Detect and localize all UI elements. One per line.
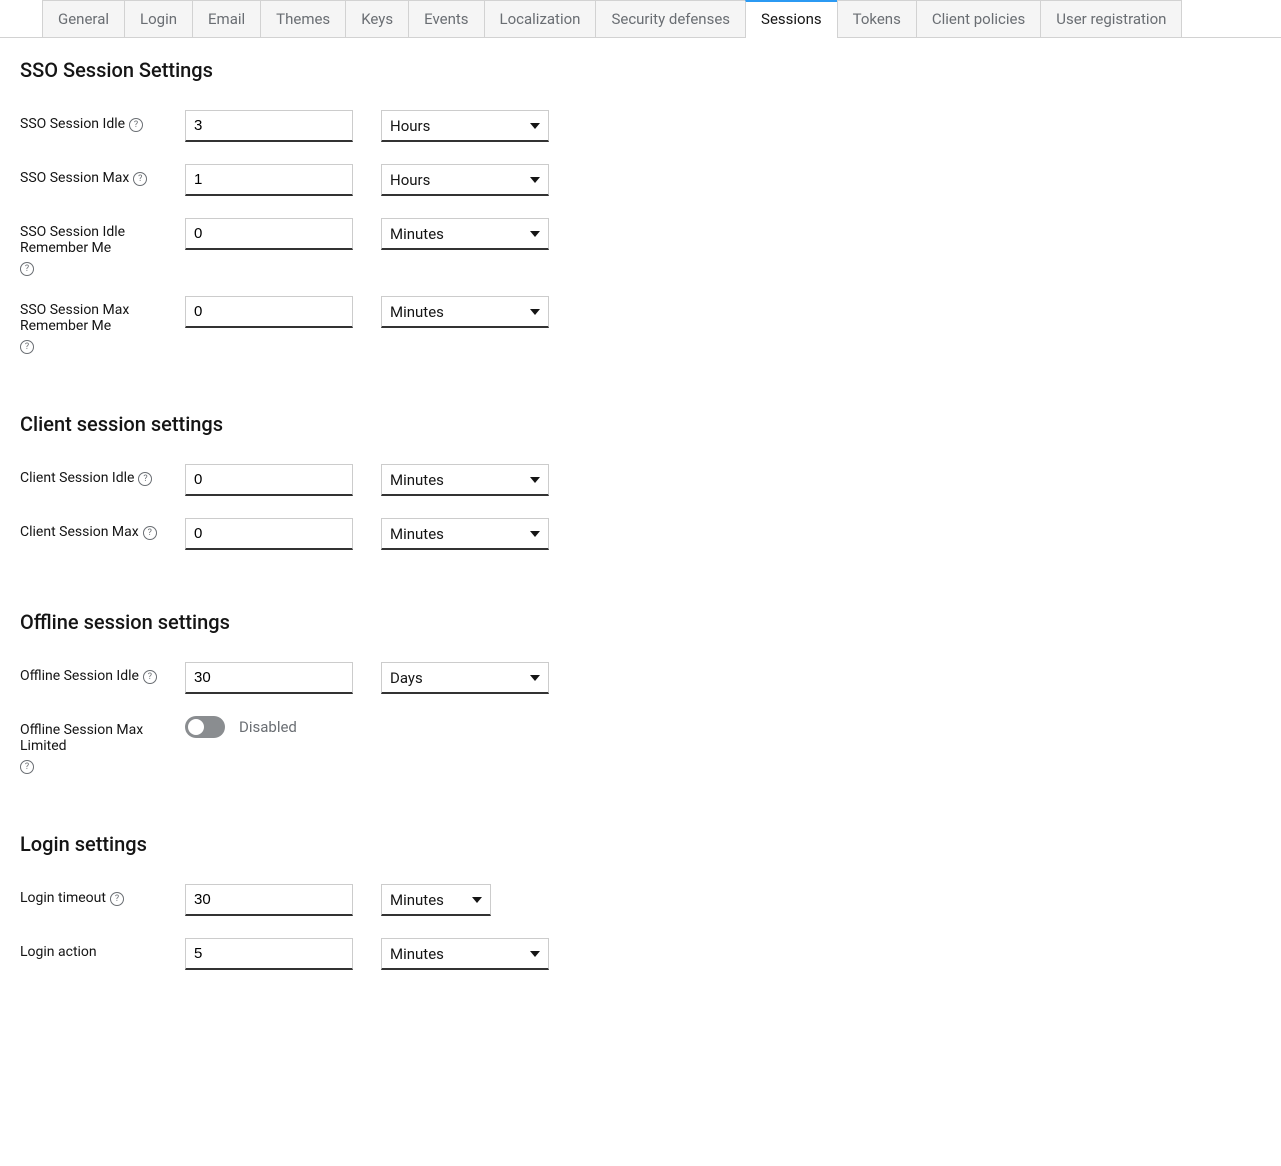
client-session-idle-label: Client Session Idle ? <box>20 464 185 486</box>
chevron-down-icon <box>530 231 540 237</box>
offline-session-idle-row: Offline Session Idle ? Days <box>20 662 1281 694</box>
tab-tokens[interactable]: Tokens <box>837 0 917 37</box>
tab-general[interactable]: General <box>42 0 125 37</box>
chevron-down-icon <box>530 531 540 537</box>
chevron-down-icon <box>530 123 540 129</box>
sso-session-max-input[interactable] <box>185 164 353 196</box>
help-icon[interactable]: ? <box>20 262 34 276</box>
tab-login[interactable]: Login <box>124 0 193 37</box>
offline-session-max-limited-toggle[interactable] <box>185 716 225 738</box>
login-action-row: Login action Minutes <box>20 938 1281 970</box>
chevron-down-icon <box>472 897 482 903</box>
toggle-knob <box>188 719 204 735</box>
client-section-title: Client session settings <box>20 412 1281 436</box>
chevron-down-icon <box>530 177 540 183</box>
client-session-idle-row: Client Session Idle ? Minutes <box>20 464 1281 496</box>
content: SSO Session Settings SSO Session Idle ? … <box>0 38 1281 970</box>
help-icon[interactable]: ? <box>110 892 124 906</box>
sso-session-idle-remember-row: SSO Session Idle Remember Me ? Minutes <box>20 218 1281 274</box>
client-session-idle-unit-select[interactable]: Minutes <box>381 464 549 496</box>
offline-session-max-limited-row: Offline Session Max Limited ? Disabled <box>20 716 1281 772</box>
login-timeout-input[interactable] <box>185 884 353 916</box>
help-icon[interactable]: ? <box>133 172 147 186</box>
chevron-down-icon <box>530 951 540 957</box>
tab-sessions[interactable]: Sessions <box>745 0 838 37</box>
offline-section-title: Offline session settings <box>20 610 1281 634</box>
help-icon[interactable]: ? <box>20 340 34 354</box>
offline-session-idle-label: Offline Session Idle ? <box>20 662 185 684</box>
login-timeout-label: Login timeout ? <box>20 884 185 906</box>
sso-session-settings: SSO Session Settings SSO Session Idle ? … <box>20 58 1281 352</box>
sso-session-max-remember-row: SSO Session Max Remember Me ? Minutes <box>20 296 1281 352</box>
tab-themes[interactable]: Themes <box>260 0 346 37</box>
login-action-label: Login action <box>20 938 185 960</box>
offline-session-idle-unit-select[interactable]: Days <box>381 662 549 694</box>
tab-events[interactable]: Events <box>408 0 484 37</box>
login-timeout-row: Login timeout ? Minutes <box>20 884 1281 916</box>
sso-section-title: SSO Session Settings <box>20 58 1281 82</box>
chevron-down-icon <box>530 675 540 681</box>
help-icon[interactable]: ? <box>143 526 157 540</box>
tabs-bar: General Login Email Themes Keys Events L… <box>0 0 1281 38</box>
client-session-idle-input[interactable] <box>185 464 353 496</box>
chevron-down-icon <box>530 309 540 315</box>
sso-session-max-row: SSO Session Max ? Hours <box>20 164 1281 196</box>
sso-session-max-remember-input[interactable] <box>185 296 353 328</box>
sso-session-idle-remember-unit-select[interactable]: Minutes <box>381 218 549 250</box>
help-icon[interactable]: ? <box>143 670 157 684</box>
login-action-unit-select[interactable]: Minutes <box>381 938 549 970</box>
help-icon[interactable]: ? <box>138 472 152 486</box>
login-timeout-unit-select[interactable]: Minutes <box>381 884 491 916</box>
sso-session-idle-input[interactable] <box>185 110 353 142</box>
sso-session-max-remember-unit-select[interactable]: Minutes <box>381 296 549 328</box>
sso-session-idle-label: SSO Session Idle ? <box>20 110 185 132</box>
sso-session-idle-row: SSO Session Idle ? Hours <box>20 110 1281 142</box>
tab-client-policies[interactable]: Client policies <box>916 0 1041 37</box>
tab-localization[interactable]: Localization <box>484 0 597 37</box>
sso-session-max-remember-label: SSO Session Max Remember Me ? <box>20 296 185 352</box>
client-session-max-unit-select[interactable]: Minutes <box>381 518 549 550</box>
toggle-status-label: Disabled <box>239 718 297 736</box>
chevron-down-icon <box>530 477 540 483</box>
client-session-settings: Client session settings Client Session I… <box>20 412 1281 550</box>
tab-email[interactable]: Email <box>192 0 261 37</box>
help-icon[interactable]: ? <box>20 760 34 774</box>
sso-session-idle-remember-input[interactable] <box>185 218 353 250</box>
login-action-input[interactable] <box>185 938 353 970</box>
login-settings: Login settings Login timeout ? Minutes L… <box>20 832 1281 970</box>
client-session-max-row: Client Session Max ? Minutes <box>20 518 1281 550</box>
sso-session-max-unit-select[interactable]: Hours <box>381 164 549 196</box>
tab-security-defenses[interactable]: Security defenses <box>595 0 746 37</box>
help-icon[interactable]: ? <box>129 118 143 132</box>
client-session-max-input[interactable] <box>185 518 353 550</box>
tab-user-registration[interactable]: User registration <box>1040 0 1182 37</box>
client-session-max-label: Client Session Max ? <box>20 518 185 540</box>
sso-session-idle-remember-label: SSO Session Idle Remember Me ? <box>20 218 185 274</box>
offline-session-max-limited-label: Offline Session Max Limited ? <box>20 716 185 772</box>
offline-session-idle-input[interactable] <box>185 662 353 694</box>
tab-keys[interactable]: Keys <box>345 0 409 37</box>
offline-session-settings: Offline session settings Offline Session… <box>20 610 1281 772</box>
sso-session-idle-unit-select[interactable]: Hours <box>381 110 549 142</box>
login-section-title: Login settings <box>20 832 1281 856</box>
sso-session-max-label: SSO Session Max ? <box>20 164 185 186</box>
